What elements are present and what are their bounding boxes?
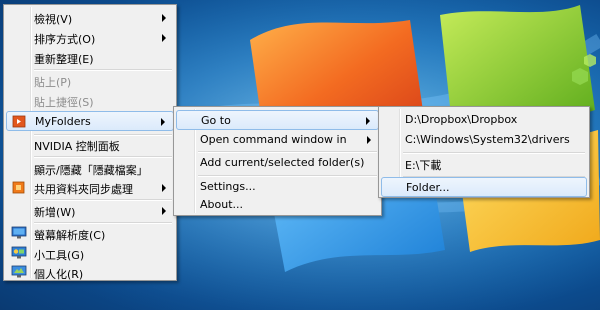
chevron-right-icon — [366, 117, 370, 125]
menu-item-label: Open command window in — [200, 133, 347, 146]
menu-item-label: Settings... — [200, 180, 256, 193]
menu-item-folder-drivers[interactable]: C:\Windows\System32\drivers — [381, 130, 587, 150]
menu-item-folder-dropbox[interactable]: D:\Dropbox\Dropbox — [381, 110, 587, 130]
menu-item-personalize[interactable]: 個人化(R) — [6, 263, 174, 283]
menu-item-label: NVIDIA 控制面板 — [34, 140, 120, 153]
menu-separator — [34, 156, 172, 158]
menu-item-folder-downloads[interactable]: E:\下載 — [381, 154, 587, 174]
sync-icon — [12, 181, 25, 194]
menu-item-label: 新增(W) — [34, 206, 76, 219]
chevron-right-icon — [161, 118, 165, 126]
menu-item-label: 螢幕解析度(C) — [34, 229, 106, 242]
menu-item-screen-resolution[interactable]: 螢幕解析度(C) — [6, 224, 174, 244]
menu-item-label: 顯示/隱藏「隱藏檔案」 — [34, 164, 148, 177]
menu-item-add-current-folder[interactable]: Add current/selected folder(s) — [176, 153, 379, 173]
chevron-right-icon — [162, 207, 166, 215]
chevron-right-icon — [162, 184, 166, 192]
menu-item-sort-by[interactable]: 排序方式(O) — [6, 28, 174, 48]
myfolders-icon — [12, 115, 26, 128]
menu-item-label: C:\Windows\System32\drivers — [405, 133, 570, 146]
menu-item-settings[interactable]: Settings... — [176, 177, 379, 197]
menu-item-label: 個人化(R) — [34, 268, 84, 281]
menu-item-go-to[interactable]: Go to — [176, 110, 379, 130]
menu-item-new[interactable]: 新增(W) — [6, 201, 174, 221]
myfolders-submenu: Go to Open command window in Add current… — [173, 106, 382, 216]
menu-item-toggle-hidden-files[interactable]: 顯示/隱藏「隱藏檔案」 — [6, 159, 174, 179]
menu-item-label: 檢視(V) — [34, 13, 73, 26]
menu-item-label: 共用資料夾同步處理 — [34, 183, 133, 196]
desktop-context-menu: 檢視(V) 排序方式(O) 重新整理(E) 貼上(P) 貼上捷徑(S) MyFo… — [3, 4, 177, 281]
menu-item-about[interactable]: About... — [176, 195, 379, 215]
menu-item-open-command-window[interactable]: Open command window in — [176, 130, 379, 150]
menu-item-label: 貼上(P) — [34, 76, 72, 89]
menu-item-label: D:\Dropbox\Dropbox — [405, 113, 518, 126]
menu-item-view[interactable]: 檢視(V) — [6, 8, 174, 28]
menu-item-browse-folder[interactable]: Folder... — [381, 177, 587, 197]
menu-item-refresh[interactable]: 重新整理(E) — [6, 48, 174, 68]
menu-item-label: 排序方式(O) — [34, 33, 96, 46]
menu-item-label: E:\下載 — [405, 159, 442, 172]
personalize-icon — [11, 265, 27, 278]
menu-item-label: Folder... — [406, 181, 450, 194]
menu-item-shared-folder-sync[interactable]: 共用資料夾同步處理 — [6, 178, 174, 198]
chevron-right-icon — [162, 14, 166, 22]
menu-item-label: About... — [200, 198, 244, 211]
menu-item-nvidia-control-panel[interactable]: NVIDIA 控制面板 — [6, 135, 174, 155]
menu-item-label: Add current/selected folder(s) — [200, 156, 365, 169]
chevron-right-icon — [367, 136, 371, 144]
display-icon — [11, 226, 27, 239]
menu-item-paste: 貼上(P) — [6, 71, 174, 91]
gadgets-icon — [11, 246, 27, 259]
menu-item-label: 貼上捷徑(S) — [34, 96, 94, 109]
menu-item-myfolders[interactable]: MyFolders — [6, 111, 174, 131]
menu-item-label: 小工具(G) — [34, 249, 85, 262]
menu-item-label: Go to — [201, 114, 231, 127]
menu-item-label: MyFolders — [35, 115, 91, 128]
menu-item-label: 重新整理(E) — [34, 53, 94, 66]
goto-submenu: D:\Dropbox\Dropbox C:\Windows\System32\d… — [378, 106, 590, 198]
menu-item-gadgets[interactable]: 小工具(G) — [6, 244, 174, 264]
menu-item-paste-shortcut: 貼上捷徑(S) — [6, 91, 174, 111]
chevron-right-icon — [162, 34, 166, 42]
